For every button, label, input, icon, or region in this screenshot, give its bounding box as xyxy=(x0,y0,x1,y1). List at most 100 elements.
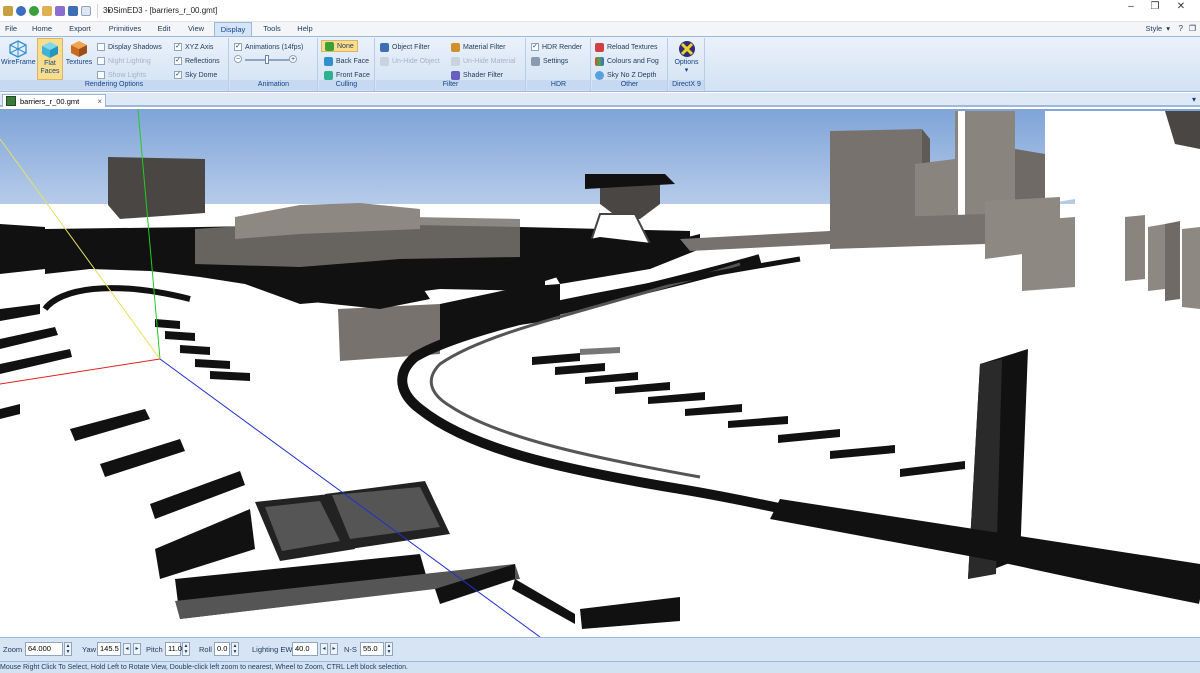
cube-blue-icon xyxy=(324,56,333,66)
pitch-spinner[interactable]: ▲ ▼ xyxy=(182,642,190,656)
culling-none-button[interactable]: None xyxy=(321,40,358,52)
sky-dome-checkbox[interactable]: ✓ xyxy=(174,71,182,79)
zoom-label: Zoom xyxy=(3,645,23,654)
spin-down-icon[interactable]: ▼ xyxy=(184,649,189,655)
roll-input[interactable]: 0.0 xyxy=(214,642,230,656)
minimize-button[interactable]: – xyxy=(1120,1,1142,13)
document-tab[interactable]: barriers_r_00.gmt × xyxy=(2,94,106,107)
reflections-toggle[interactable]: ✓ Reflections xyxy=(174,55,220,67)
display-shadows-checkbox[interactable] xyxy=(97,43,105,51)
zoom-spinner[interactable]: ▲ ▼ xyxy=(64,642,72,656)
tab-export[interactable]: Export xyxy=(65,22,95,36)
lighting-left-arrow-icon[interactable]: ◂ xyxy=(320,643,328,655)
colours-fog-label: Colours and Fog xyxy=(607,57,659,65)
help-icon[interactable]: ? xyxy=(1179,24,1183,33)
animation-speed-slider[interactable] xyxy=(245,59,293,61)
title-bar: ▾ 3DSimED3 - [barriers_r_00.gmt] – ❐ ✕ xyxy=(0,0,1200,22)
roll-spinner[interactable]: ▲ ▼ xyxy=(231,642,239,656)
textured-cube-icon xyxy=(71,41,87,57)
cube-green-icon xyxy=(325,41,334,51)
sky-dome-label: Sky Dome xyxy=(185,71,218,79)
close-button[interactable]: ✕ xyxy=(1170,1,1192,13)
slider-minus-button[interactable]: − xyxy=(234,55,242,63)
yaw-label: Yaw xyxy=(82,645,97,654)
ns-label: N-S xyxy=(344,645,357,654)
dark-tower-left xyxy=(108,157,205,219)
textures-button[interactable]: Textures xyxy=(64,38,94,80)
3d-viewport[interactable] xyxy=(0,109,1200,637)
tab-home[interactable]: Home xyxy=(29,22,55,36)
hdr-settings-button[interactable]: Settings xyxy=(531,55,568,67)
tab-view[interactable]: View xyxy=(183,22,209,36)
tab-file[interactable]: File xyxy=(2,22,20,36)
pitch-label: Pitch xyxy=(146,645,163,654)
yaw-left-arrow-icon[interactable]: ◂ xyxy=(123,643,131,655)
animations-label: Animations (14fps) xyxy=(245,43,304,51)
slider-thumb[interactable] xyxy=(265,55,269,64)
image-icon[interactable] xyxy=(54,4,66,18)
spin-down-icon[interactable]: ▼ xyxy=(66,649,71,655)
culling-back-face-button[interactable]: Back Face xyxy=(324,55,369,67)
maximize-button[interactable]: ❐ xyxy=(1144,1,1166,13)
reflections-label: Reflections xyxy=(185,57,220,65)
close-tab-icon[interactable]: × xyxy=(97,97,102,106)
shader-filter-icon xyxy=(451,70,460,80)
redo-icon[interactable] xyxy=(28,4,40,18)
reload-textures-button[interactable]: Reload Textures xyxy=(595,41,657,53)
reflections-checkbox[interactable]: ✓ xyxy=(174,57,182,65)
sky-icon xyxy=(595,70,604,80)
restore-icon[interactable]: ❐ xyxy=(1189,24,1196,33)
xyz-axis-toggle[interactable]: ✓ XYZ Axis xyxy=(174,41,213,53)
group-label-directx: DirectX 9 xyxy=(669,80,704,90)
save-as-icon[interactable] xyxy=(80,4,92,18)
status-bar: Mouse Right Click To Select, Hold Left t… xyxy=(0,661,1200,673)
app-icon[interactable] xyxy=(2,4,14,18)
group-filter: Object Filter Un-Hide Object Material Fi… xyxy=(376,38,526,91)
flat-faces-button[interactable]: Flat Faces xyxy=(37,38,63,80)
ns-spinner[interactable]: ▲ ▼ xyxy=(385,642,393,656)
open-icon[interactable] xyxy=(41,4,53,18)
document-tab-label: barriers_r_00.gmt xyxy=(20,96,80,106)
qat-separator xyxy=(97,4,98,18)
tab-tools[interactable]: Tools xyxy=(259,22,285,36)
hdr-render-toggle[interactable]: ✓ HDR Render xyxy=(531,41,582,53)
spin-down-icon[interactable]: ▼ xyxy=(387,649,392,655)
ribbon: WireFrame Flat Faces Textures Display Sh… xyxy=(0,36,1200,92)
zoom-input[interactable]: 64.000 xyxy=(25,642,63,656)
tab-primitives[interactable]: Primitives xyxy=(104,22,146,36)
spin-down-icon[interactable]: ▼ xyxy=(233,649,238,655)
lighting-ew-input[interactable]: 40.0 xyxy=(292,642,318,656)
yaw-input[interactable]: 145.5 xyxy=(97,642,121,656)
colours-fog-button[interactable]: Colours and Fog xyxy=(595,55,659,67)
tab-help[interactable]: Help xyxy=(293,22,317,36)
shader-filter-label: Shader Filter xyxy=(463,71,504,79)
hdr-render-checkbox[interactable]: ✓ xyxy=(531,43,539,51)
tab-list-dropdown-icon[interactable]: ▾ xyxy=(1192,95,1196,104)
cube-icon xyxy=(42,42,58,58)
tab-display[interactable]: Display xyxy=(214,22,252,36)
animations-checkbox[interactable]: ✓ xyxy=(234,43,242,51)
yaw-right-arrow-icon[interactable]: ▸ xyxy=(133,643,141,655)
group-other: Reload Textures Colours and Fog Sky No Z… xyxy=(592,38,668,91)
tab-edit[interactable]: Edit xyxy=(153,22,175,36)
undo-icon[interactable] xyxy=(15,4,27,18)
quick-access-toolbar: ▾ xyxy=(2,3,115,19)
save-icon[interactable] xyxy=(67,4,79,18)
animations-toggle[interactable]: ✓ Animations (14fps) xyxy=(234,41,303,53)
style-menu[interactable]: Style ▾ xyxy=(1146,24,1170,33)
material-filter-button[interactable]: Material Filter xyxy=(451,41,505,53)
material-filter-icon xyxy=(451,42,460,52)
display-shadows-toggle[interactable]: Display Shadows xyxy=(97,41,162,53)
group-label-culling: Culling xyxy=(319,80,374,90)
directx-options-button[interactable]: Options ▾ xyxy=(670,38,703,80)
options-label: Options xyxy=(674,59,699,66)
lighting-right-arrow-icon[interactable]: ▸ xyxy=(330,643,338,655)
object-filter-button[interactable]: Object Filter xyxy=(380,41,430,53)
xyz-axis-checkbox[interactable]: ✓ xyxy=(174,43,182,51)
slider-plus-button[interactable]: + xyxy=(289,55,297,63)
ns-input[interactable]: 55.0 xyxy=(360,642,384,656)
wireframe-button[interactable]: WireFrame xyxy=(1,38,36,80)
group-label-rendering: Rendering Options xyxy=(0,80,228,90)
pitch-input[interactable]: 11.0 xyxy=(165,642,182,656)
colours-icon xyxy=(595,56,604,66)
